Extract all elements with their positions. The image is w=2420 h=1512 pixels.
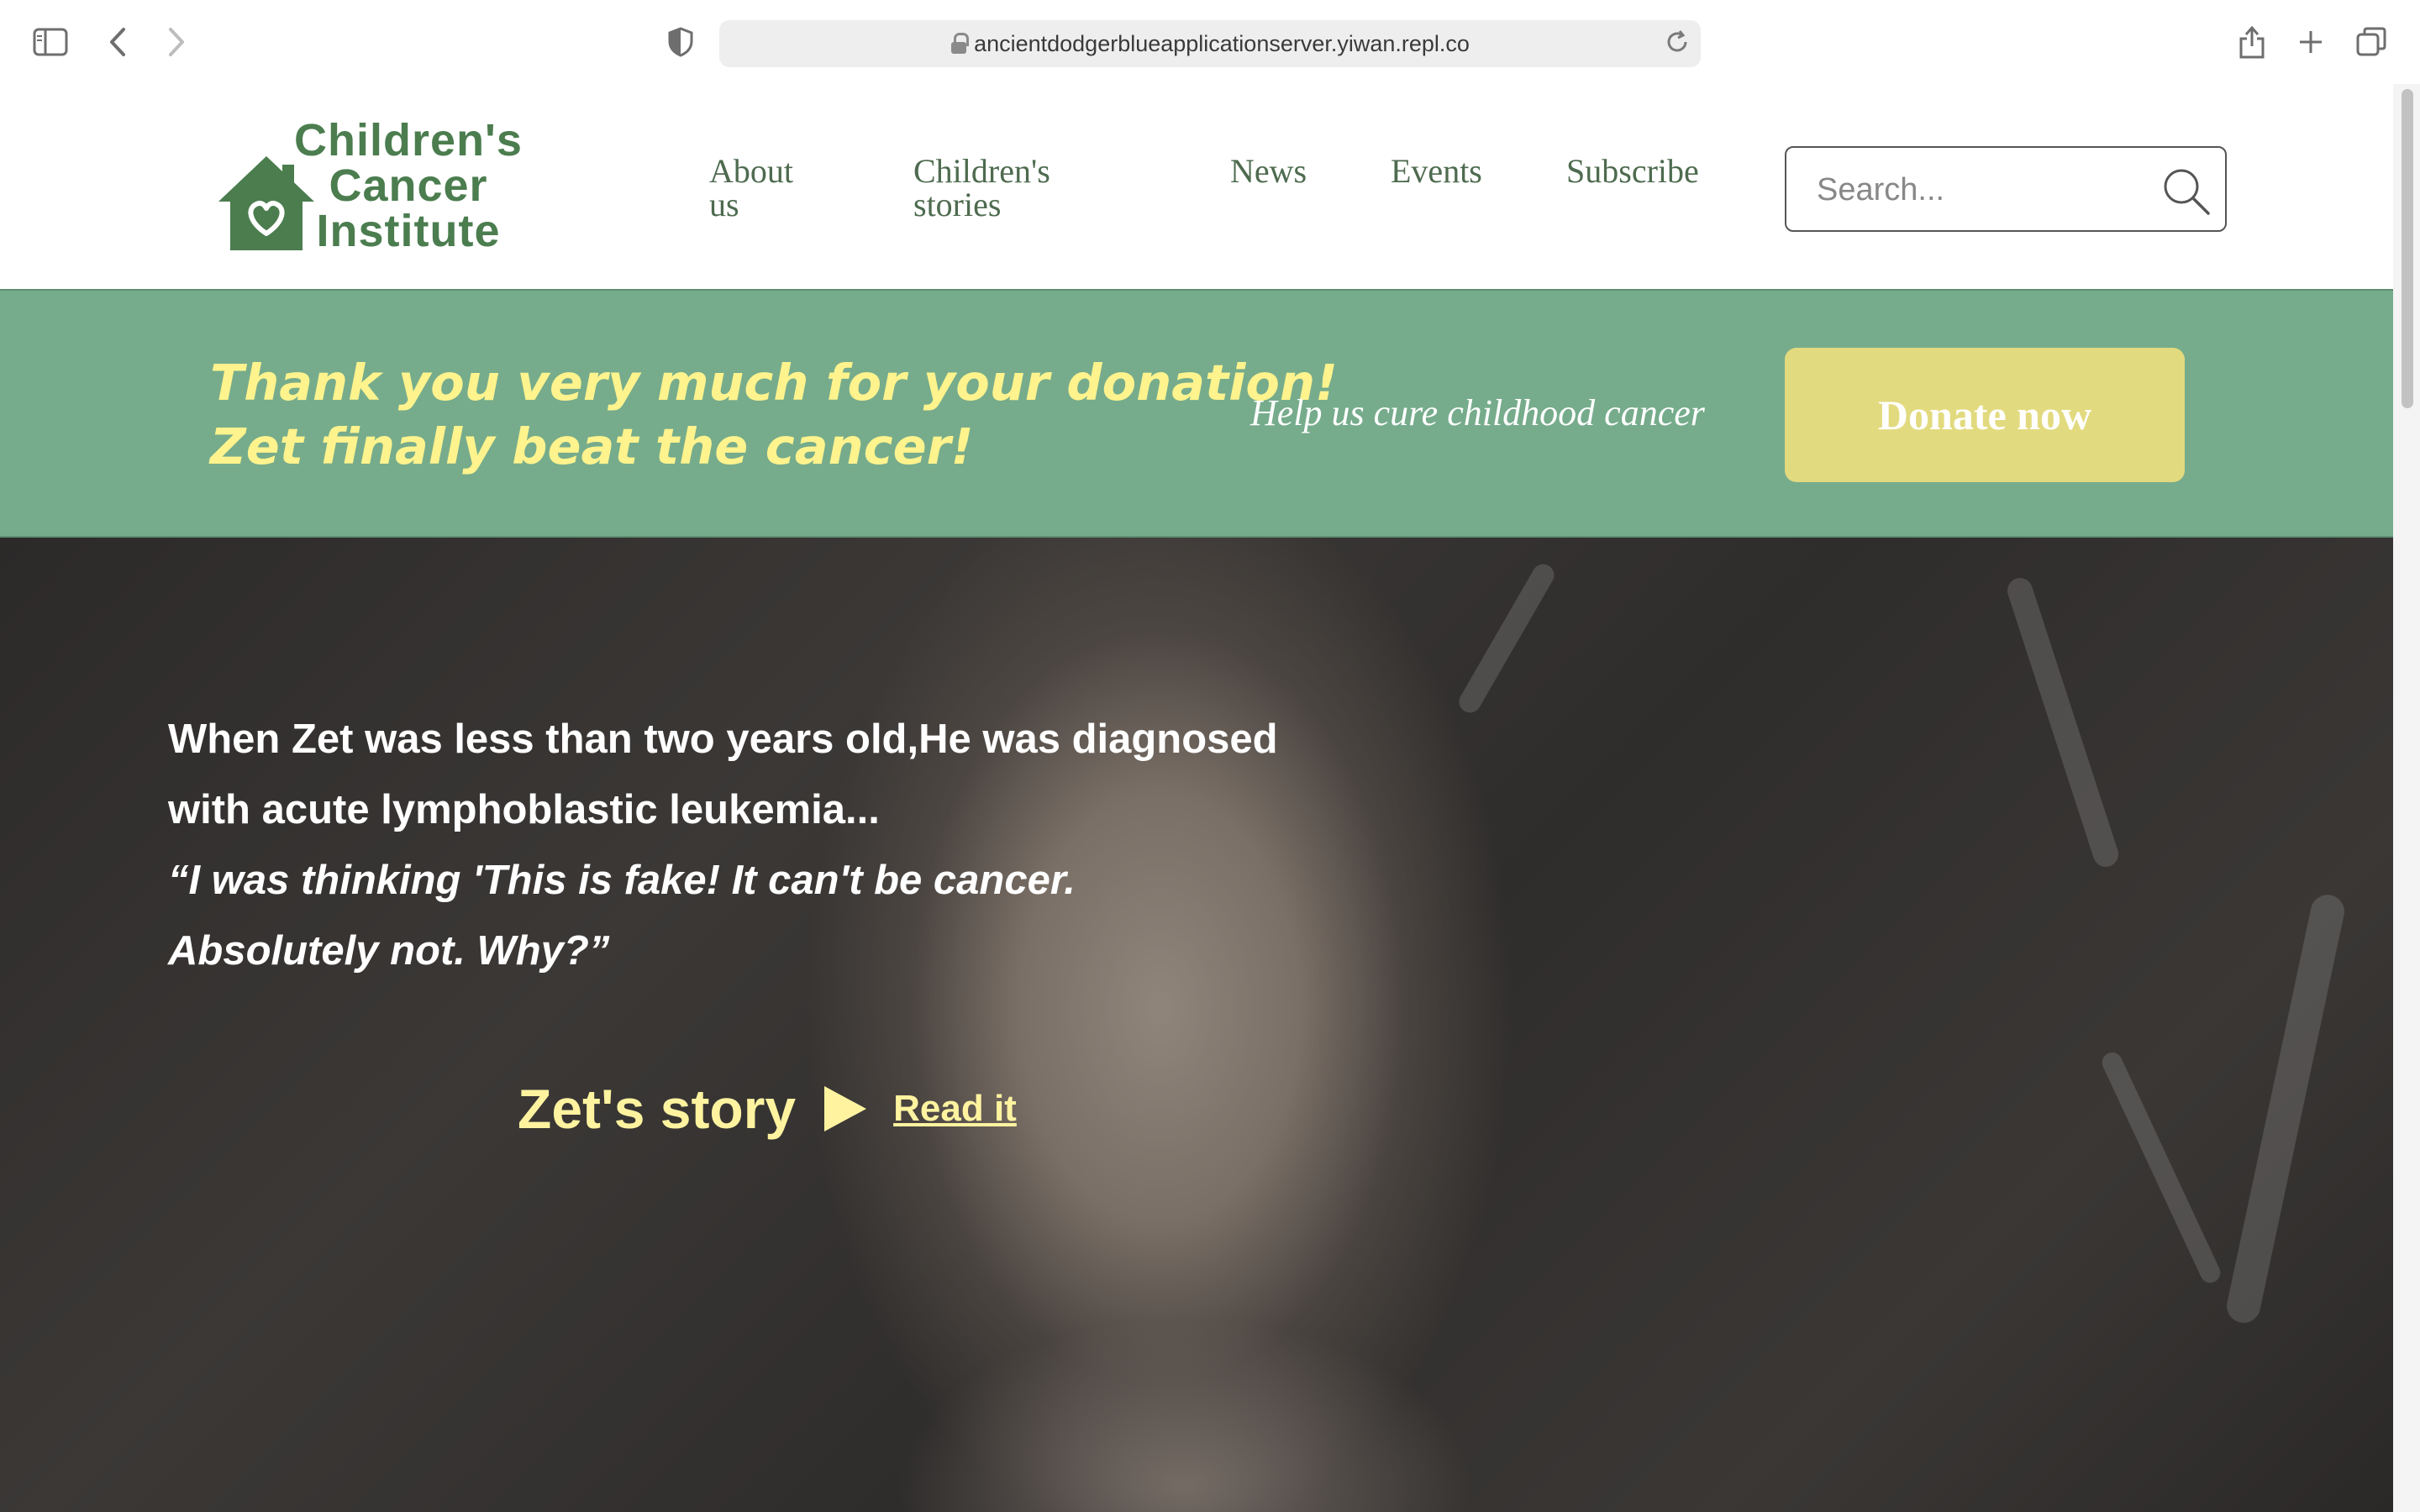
back-arrow-icon[interactable]: [99, 24, 136, 60]
nav-label: Subscribe: [1566, 152, 1699, 190]
nav-label: stories: [913, 186, 1002, 223]
nav-label: Children's: [913, 152, 1050, 190]
donation-banner: Thank you very much for your donation! Z…: [0, 289, 2393, 538]
address-bar[interactable]: ancientdodgerblueapplicationserver.yiwan…: [719, 20, 1701, 67]
logo[interactable]: Children's Cancer Institute: [215, 118, 534, 254]
nav-events[interactable]: Events: [1391, 155, 1482, 188]
reload-icon[interactable]: [1659, 24, 1696, 60]
logo-line: Institute: [316, 206, 501, 256]
logo-line: Children's: [294, 115, 523, 165]
background-highlight: [2223, 891, 2348, 1326]
nav-label: About: [709, 152, 793, 190]
thank-you-line: Zet finally beat the cancer!: [210, 417, 974, 475]
hero-quote-line: Absolutely not. Why?”: [168, 928, 610, 974]
nav-news[interactable]: News: [1230, 155, 1307, 188]
logo-line: Cancer: [329, 160, 488, 211]
background-highlight: [2098, 1048, 2224, 1287]
search-input[interactable]: [1817, 170, 2153, 210]
nav-subscribe[interactable]: Subscribe: [1566, 155, 1699, 188]
story-link-row: Zet's story Read it: [518, 1075, 1017, 1142]
search-icon[interactable]: [2161, 166, 2212, 217]
privacy-shield-icon[interactable]: [662, 24, 699, 60]
play-icon[interactable]: [823, 1084, 868, 1133]
scrollbar-thumb[interactable]: [2402, 89, 2413, 408]
nav-childrens-stories[interactable]: Children's stories: [913, 155, 1050, 222]
donate-now-button[interactable]: Donate now: [1785, 348, 2185, 482]
background-highlight: [2004, 575, 2122, 870]
background-highlight: [1455, 559, 1559, 717]
url-text: ancientdodgerblueapplicationserver.yiwan…: [974, 30, 1470, 56]
scrollbar[interactable]: [2393, 84, 2420, 1512]
nav-about-us[interactable]: About us: [709, 155, 793, 222]
tabs-overview-icon[interactable]: [2353, 24, 2390, 60]
help-text: Help us cure childhood cancer: [1250, 392, 1705, 433]
browser-toolbar: ancientdodgerblueapplicationserver.yiwan…: [0, 0, 2420, 84]
story-title: Zet's story: [518, 1078, 797, 1140]
logo-text: Children's Cancer Institute: [282, 118, 534, 254]
new-tab-plus-icon[interactable]: [2292, 24, 2329, 60]
hero-intro-line: with acute lymphoblastic leukemia...: [168, 787, 880, 832]
hero-section: When Zet was less than two years old,He …: [0, 538, 2393, 1512]
hero-quote-line: “I was thinking 'This is fake! It can't …: [168, 858, 1076, 903]
site-header: Children's Cancer Institute About us Chi…: [0, 84, 2393, 289]
forward-arrow-icon[interactable]: [158, 24, 195, 60]
thank-you-message: Thank you very much for your donation! Z…: [210, 351, 1338, 479]
read-it-link[interactable]: Read it: [893, 1088, 1017, 1130]
hero-story-text: When Zet was less than two years old,He …: [168, 704, 1344, 986]
thank-you-line: Thank you very much for your donation!: [210, 354, 1338, 412]
sidebar-toggle-icon[interactable]: [32, 24, 69, 60]
nav-label: Events: [1391, 152, 1482, 190]
nav-label: us: [709, 186, 739, 223]
lock-icon: [950, 33, 970, 55]
search-box: [1785, 146, 2227, 232]
share-icon[interactable]: [2233, 24, 2270, 60]
nav-label: News: [1230, 152, 1307, 190]
hero-intro-line: When Zet was less than two years old,He …: [168, 717, 1278, 762]
